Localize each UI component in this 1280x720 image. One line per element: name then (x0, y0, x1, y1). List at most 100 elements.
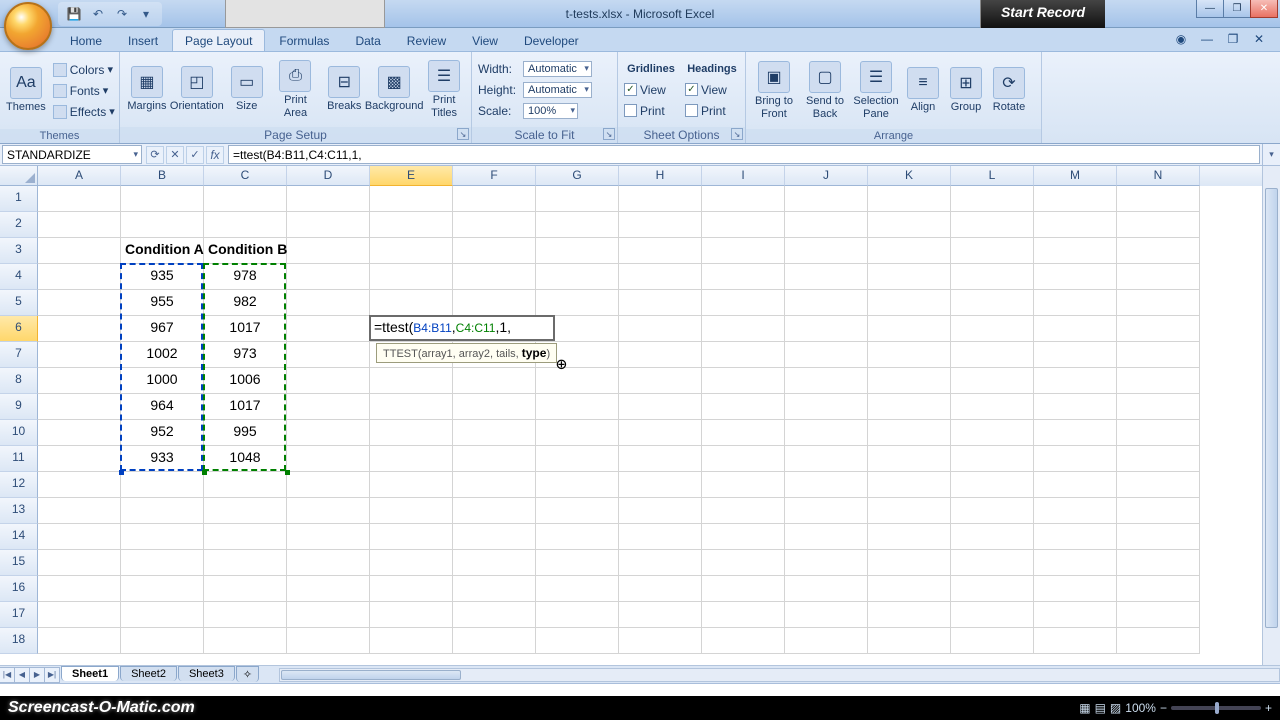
cell[interactable] (785, 550, 868, 576)
cell[interactable] (951, 394, 1034, 420)
cell-C6[interactable]: 1017 (204, 316, 287, 342)
cell[interactable] (785, 212, 868, 238)
cell[interactable] (536, 394, 619, 420)
cell[interactable] (619, 186, 702, 212)
align-button[interactable]: ≡Align (903, 58, 943, 124)
cell[interactable] (1117, 446, 1200, 472)
ribbon-close-icon[interactable]: ✕ (1250, 30, 1268, 48)
tab-view[interactable]: View (460, 30, 510, 51)
cell[interactable] (785, 498, 868, 524)
cell[interactable] (951, 602, 1034, 628)
colors-button[interactable]: Colors ▾ (53, 60, 115, 80)
cell[interactable] (619, 446, 702, 472)
cell[interactable] (453, 264, 536, 290)
cell[interactable] (702, 212, 785, 238)
tab-developer[interactable]: Developer (512, 30, 591, 51)
tab-home[interactable]: Home (58, 30, 114, 51)
cell[interactable] (536, 498, 619, 524)
send-to-back-button[interactable]: ▢Send to Back (801, 58, 849, 124)
cell[interactable] (38, 472, 121, 498)
cell[interactable] (536, 238, 619, 264)
cell[interactable] (785, 290, 868, 316)
cell[interactable] (702, 420, 785, 446)
zoom-out-button[interactable]: − (1160, 701, 1167, 715)
cell[interactable] (1117, 420, 1200, 446)
cell[interactable] (453, 524, 536, 550)
cell[interactable] (453, 238, 536, 264)
cell[interactable] (868, 472, 951, 498)
row-header-13[interactable]: 13 (0, 498, 38, 524)
row-header-8[interactable]: 8 (0, 368, 38, 394)
cell[interactable] (868, 420, 951, 446)
cell[interactable] (951, 446, 1034, 472)
cell[interactable] (702, 186, 785, 212)
cell-B5[interactable]: 955 (121, 290, 204, 316)
cell[interactable] (951, 628, 1034, 654)
row-header-7[interactable]: 7 (0, 342, 38, 368)
cell[interactable] (702, 446, 785, 472)
ribbon-minimize-icon[interactable]: — (1198, 30, 1216, 48)
cell[interactable] (1034, 524, 1117, 550)
cell[interactable] (370, 446, 453, 472)
page-setup-launcher[interactable]: ↘ (457, 128, 469, 140)
row-header-16[interactable]: 16 (0, 576, 38, 602)
cell[interactable] (1034, 264, 1117, 290)
row-headers[interactable]: 123456789101112131415161718 (0, 186, 38, 654)
cell[interactable] (702, 316, 785, 342)
cell[interactable] (1117, 524, 1200, 550)
cell[interactable] (1117, 602, 1200, 628)
cells-region[interactable]: Condition ACondition B935978955982967101… (38, 186, 1262, 665)
cell[interactable] (868, 186, 951, 212)
cell[interactable] (785, 472, 868, 498)
cell[interactable] (370, 498, 453, 524)
cell[interactable] (204, 212, 287, 238)
cell[interactable] (619, 394, 702, 420)
select-all-button[interactable] (0, 166, 38, 186)
cell[interactable] (868, 342, 951, 368)
cell[interactable] (287, 498, 370, 524)
cell-C8[interactable]: 1006 (204, 368, 287, 394)
cell[interactable] (287, 576, 370, 602)
cell[interactable] (370, 628, 453, 654)
breaks-button[interactable]: ⊟Breaks (321, 57, 367, 123)
cell[interactable] (1034, 420, 1117, 446)
cell[interactable] (619, 342, 702, 368)
cell[interactable] (287, 420, 370, 446)
cell[interactable] (370, 394, 453, 420)
cell[interactable] (868, 524, 951, 550)
cell[interactable] (619, 420, 702, 446)
cell-B7[interactable]: 1002 (121, 342, 204, 368)
cell[interactable] (868, 264, 951, 290)
vscroll-thumb[interactable] (1265, 188, 1278, 628)
row-header-1[interactable]: 1 (0, 186, 38, 212)
cell[interactable] (453, 290, 536, 316)
cell[interactable] (868, 290, 951, 316)
cell[interactable] (38, 498, 121, 524)
scale-combo[interactable]: 100% (523, 103, 578, 119)
cell[interactable] (951, 420, 1034, 446)
col-header-M[interactable]: M (1034, 166, 1117, 186)
cell[interactable] (868, 576, 951, 602)
size-button[interactable]: ▭Size (224, 57, 270, 123)
cell[interactable] (370, 472, 453, 498)
cell[interactable] (453, 394, 536, 420)
cell[interactable] (453, 420, 536, 446)
orientation-button[interactable]: ◰Orientation (173, 57, 221, 123)
name-box[interactable]: STANDARDIZE (2, 145, 142, 164)
cell[interactable] (951, 368, 1034, 394)
gridlines-print-checkbox[interactable] (624, 104, 637, 117)
sheet-nav-first[interactable]: |◀ (0, 667, 15, 683)
cell[interactable] (287, 368, 370, 394)
zoom-in-button[interactable]: + (1265, 701, 1272, 715)
formula-input[interactable]: =ttest(B4:B11,C4:C11,1, (228, 145, 1260, 164)
headings-view-checkbox[interactable]: ✓ (685, 83, 698, 96)
col-header-A[interactable]: A (38, 166, 121, 186)
cell[interactable] (951, 472, 1034, 498)
cell[interactable] (619, 576, 702, 602)
cell[interactable] (1117, 342, 1200, 368)
cell[interactable] (1117, 212, 1200, 238)
cell[interactable] (785, 316, 868, 342)
cell[interactable] (453, 550, 536, 576)
row-header-12[interactable]: 12 (0, 472, 38, 498)
cell[interactable] (536, 420, 619, 446)
